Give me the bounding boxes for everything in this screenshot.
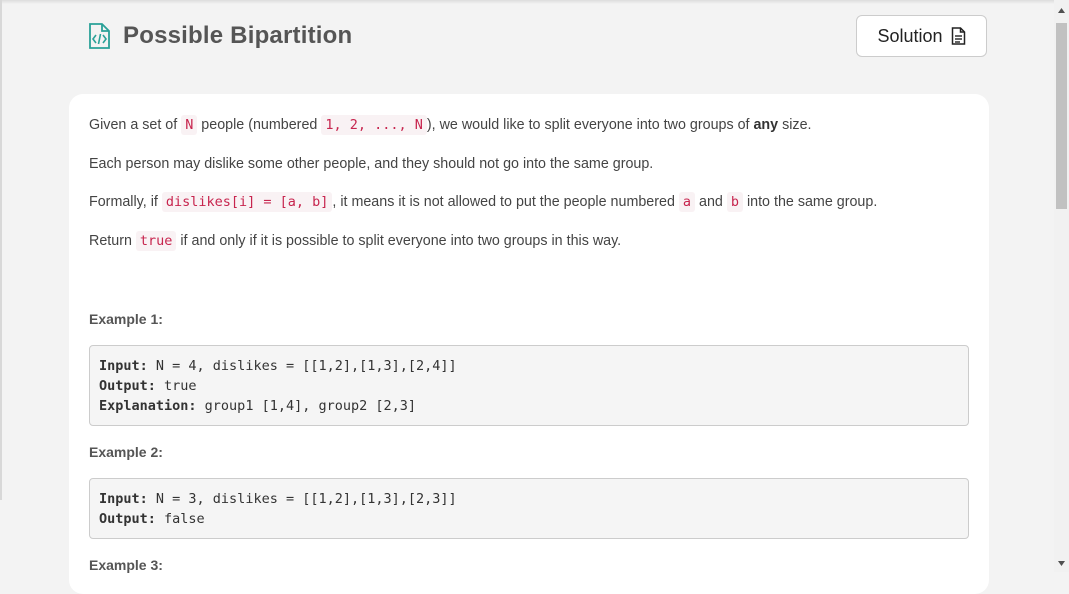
solution-button[interactable]: Solution: [856, 15, 987, 57]
description-paragraph-1: Given a set of N people (numbered 1, 2, …: [89, 115, 812, 135]
example-1-input: Input: N = 4, dislikes = [[1,2],[1,3],[2…: [99, 358, 457, 374]
solution-button-label: Solution: [877, 25, 943, 46]
inline-code: true: [135, 231, 177, 251]
example-2-output: Output: false: [99, 511, 205, 527]
top-shadow: [0, 0, 1054, 4]
page-title: Possible Bipartition: [123, 22, 353, 49]
description-paragraph-2: Each person may dislike some other peopl…: [89, 156, 654, 172]
example-1-output: Output: true: [99, 378, 197, 394]
example-1-block: Input: N = 4, dislikes = [[1,2],[1,3],[2…: [89, 345, 969, 426]
left-edge: [0, 0, 2, 500]
inline-code: b: [726, 192, 743, 212]
document-icon: [951, 27, 965, 45]
inline-code: 1, 2, ..., N: [321, 115, 427, 135]
example-2-heading: Example 2:: [89, 444, 163, 460]
scroll-up-arrow-icon[interactable]: [1054, 3, 1069, 17]
inline-code: dislikes[i] = [a, b]: [161, 192, 333, 212]
problem-card: Given a set of N people (numbered 1, 2, …: [69, 94, 989, 594]
example-1-explanation: Explanation: group1 [1,4], group2 [2,3]: [99, 398, 416, 414]
code-file-icon: [89, 23, 110, 49]
example-2-block: Input: N = 3, dislikes = [[1,2],[1,3],[2…: [89, 478, 969, 539]
inline-code: N: [181, 115, 198, 135]
scrollbar-thumb[interactable]: [1056, 23, 1067, 209]
example-3-heading: Example 3:: [89, 557, 163, 573]
description-paragraph-3: Formally, if dislikes[i] = [a, b], it me…: [89, 192, 878, 212]
title-bar: Possible Bipartition: [88, 22, 352, 50]
example-1-heading: Example 1:: [89, 311, 163, 327]
vertical-scrollbar[interactable]: [1054, 0, 1069, 572]
example-2-input: Input: N = 3, dislikes = [[1,2],[1,3],[2…: [99, 491, 457, 507]
description-paragraph-4: Return true if and only if it is possibl…: [89, 231, 622, 251]
scroll-down-arrow-icon[interactable]: [1054, 556, 1069, 570]
inline-code: a: [678, 192, 696, 212]
